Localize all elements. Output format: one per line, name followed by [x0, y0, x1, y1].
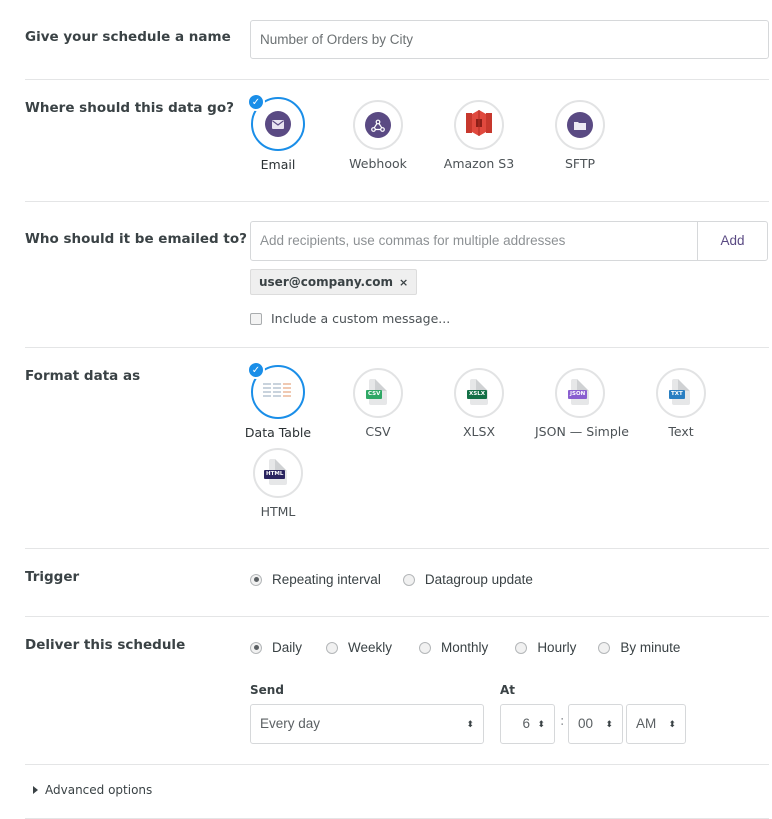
destination-s3-label: Amazon S3 — [443, 156, 515, 171]
folder-icon — [567, 112, 593, 138]
format-xlsx[interactable]: XSLX XLSX — [434, 368, 524, 439]
format-json-simple[interactable]: JSON JSON — Simple — [535, 368, 629, 439]
destination-webhook-circle — [353, 100, 403, 150]
format-json-circle: JSON — [555, 368, 605, 418]
destination-amazon-s3[interactable]: Amazon S3 — [434, 100, 524, 171]
format-html-label: HTML — [260, 504, 296, 519]
email-recipients-row: Who should it be emailed to? Add recipie… — [25, 202, 769, 348]
format-text[interactable]: TXT Text — [636, 368, 726, 439]
radio-button[interactable] — [515, 641, 528, 654]
format-data-table-label: Data Table — [244, 425, 312, 440]
trigger-repeating-interval[interactable]: Repeating interval — [250, 572, 381, 587]
select-arrows-icon: ⬍ — [537, 719, 545, 729]
destination-webhook[interactable]: Webhook — [333, 100, 423, 171]
radio-button[interactable] — [326, 641, 339, 654]
deliver-daily[interactable]: Daily — [250, 640, 302, 655]
recipient-chip: user@company.com × — [250, 269, 418, 295]
format-xlsx-label: XLSX — [462, 424, 496, 439]
time-separator: : — [560, 714, 565, 729]
format-csv-label: CSV — [365, 424, 391, 439]
deliver-by-minute[interactable]: By minute — [598, 640, 680, 655]
data-table-icon — [263, 382, 293, 402]
selected-check-icon: ✓ — [247, 361, 265, 379]
destination-sftp[interactable]: SFTP — [535, 100, 625, 171]
destination-s3-circle — [454, 100, 504, 150]
csv-file-icon: CSV — [366, 379, 390, 407]
amazon-s3-icon — [466, 108, 492, 142]
custom-message-option[interactable]: Include a custom message... — [250, 311, 450, 326]
format-data-table-circle: ✓ — [247, 361, 305, 419]
deliver-row: Deliver this schedule Daily Weekly Month… — [25, 617, 769, 765]
format-csv[interactable]: CSV CSV — [333, 368, 423, 439]
schedule-name-input[interactable]: Number of Orders by City — [250, 20, 769, 59]
trigger-row: Trigger Repeating interval Datagroup upd… — [25, 549, 769, 617]
select-arrows-icon: ⬍ — [668, 719, 676, 729]
hour-select[interactable]: 6 ⬍ — [500, 704, 555, 744]
radio-button[interactable] — [250, 641, 262, 654]
trigger-datagroup-update[interactable]: Datagroup update — [402, 572, 533, 587]
destination-email-circle: ✓ — [247, 93, 305, 151]
format-text-label: Text — [668, 424, 694, 439]
txt-file-icon: TXT — [669, 379, 693, 407]
recipient-email: user@company.com — [259, 275, 393, 289]
format-text-circle: TXT — [656, 368, 706, 418]
send-frequency-select[interactable]: Every day ⬍ — [250, 704, 484, 744]
format-html-circle: HTML — [253, 448, 303, 498]
trigger-radio-group: Repeating interval Datagroup update — [250, 572, 551, 587]
select-arrows-icon: ⬍ — [466, 719, 474, 729]
add-recipient-button[interactable]: Add — [697, 222, 767, 260]
format-xlsx-circle: XSLX — [454, 368, 504, 418]
radio-button[interactable] — [402, 573, 415, 586]
format-json-label: JSON — Simple — [535, 424, 629, 439]
at-label: At — [500, 683, 516, 697]
select-arrows-icon: ⬍ — [605, 719, 613, 729]
recipient-input[interactable]: Add recipients, use commas for multiple … — [251, 222, 697, 260]
custom-message-label: Include a custom message... — [271, 311, 451, 326]
xlsx-file-icon: XSLX — [467, 379, 491, 407]
envelope-icon — [265, 111, 291, 137]
deliver-hourly[interactable]: Hourly — [515, 640, 576, 655]
schedule-name-label: Give your schedule a name — [25, 29, 231, 45]
destination-webhook-label: Webhook — [349, 156, 407, 171]
remove-recipient-icon[interactable]: × — [399, 276, 408, 289]
destination-email[interactable]: ✓ Email — [233, 93, 323, 172]
deliver-monthly[interactable]: Monthly — [419, 640, 488, 655]
recipient-field: Add recipients, use commas for multiple … — [250, 221, 768, 261]
schedule-name-row: Give your schedule a name Number of Orde… — [25, 0, 769, 80]
destination-label: Where should this data go? — [25, 100, 234, 116]
format-row: Format data as ✓ Data Table CSV CSV XSLX… — [25, 348, 769, 549]
ampm-select[interactable]: AM ⬍ — [626, 704, 686, 744]
radio-button[interactable] — [598, 641, 611, 654]
json-file-icon: JSON — [568, 379, 592, 407]
format-html[interactable]: HTML HTML — [233, 448, 323, 519]
deliver-radio-group: Daily Weekly Monthly Hourly By minute — [250, 640, 698, 655]
webhook-icon — [365, 112, 391, 138]
destination-email-label: Email — [260, 157, 296, 172]
format-csv-circle: CSV — [353, 368, 403, 418]
radio-button[interactable] — [250, 573, 262, 586]
email-recipients-label: Who should it be emailed to? — [25, 231, 247, 247]
destination-row: Where should this data go? ✓ Email Webho… — [25, 80, 769, 202]
send-label: Send — [250, 683, 284, 697]
trigger-label: Trigger — [25, 569, 80, 585]
caret-right-icon — [33, 786, 38, 794]
destination-sftp-circle — [555, 100, 605, 150]
selected-check-icon: ✓ — [247, 93, 265, 111]
custom-message-checkbox[interactable] — [250, 312, 262, 325]
deliver-weekly[interactable]: Weekly — [326, 640, 392, 655]
destination-sftp-label: SFTP — [564, 156, 596, 171]
advanced-options-toggle[interactable]: Advanced options — [33, 783, 152, 797]
deliver-label: Deliver this schedule — [25, 637, 186, 653]
format-label: Format data as — [25, 368, 141, 384]
minute-select[interactable]: 00 ⬍ — [568, 704, 623, 744]
radio-button[interactable] — [419, 641, 432, 654]
format-data-table[interactable]: ✓ Data Table — [233, 361, 323, 440]
advanced-options-label: Advanced options — [45, 783, 153, 797]
html-file-icon: HTML — [264, 459, 290, 487]
